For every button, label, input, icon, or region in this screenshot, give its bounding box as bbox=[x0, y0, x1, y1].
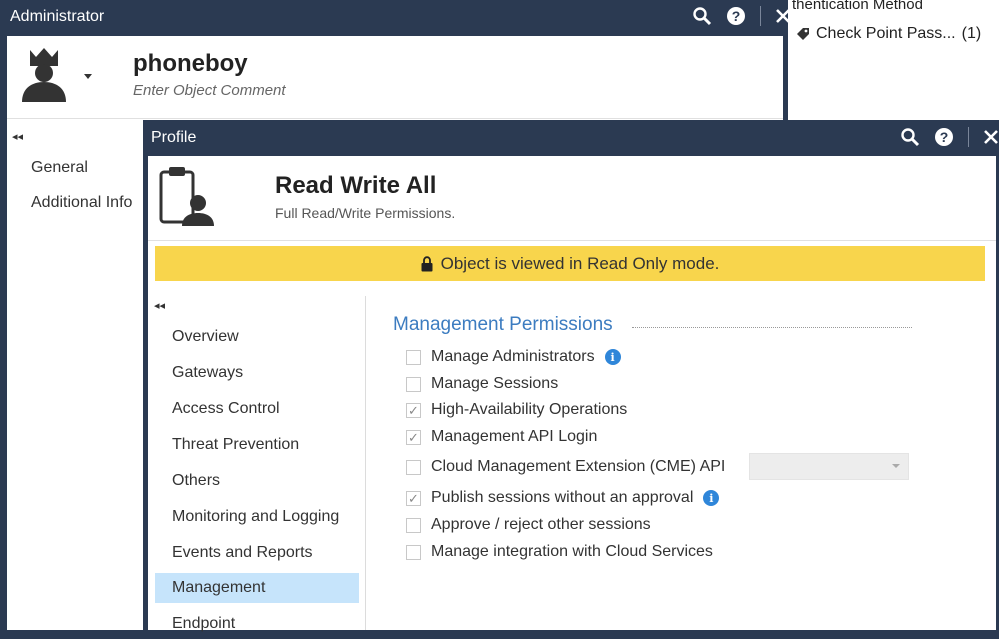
administrator-name[interactable]: phoneboy bbox=[133, 50, 248, 78]
lock-icon bbox=[421, 255, 433, 272]
svg-text:?: ? bbox=[940, 129, 949, 145]
permission-manage-administrators[interactable]: Manage Administrators i bbox=[406, 346, 621, 368]
permission-management-api-login[interactable]: ✓ Management API Login bbox=[406, 426, 597, 448]
permission-label: Publish sessions without an approval bbox=[431, 489, 694, 506]
nav-item-others[interactable]: Others bbox=[155, 466, 359, 496]
divider bbox=[7, 118, 783, 119]
checkbox[interactable] bbox=[406, 349, 421, 365]
help-icon[interactable]: ? bbox=[726, 6, 746, 26]
permission-label: High-Availability Operations bbox=[431, 401, 628, 418]
section-title: Management Permissions bbox=[393, 314, 613, 335]
nav-item-endpoint[interactable]: Endpoint bbox=[155, 609, 359, 639]
close-icon[interactable] bbox=[983, 129, 999, 145]
search-icon[interactable] bbox=[692, 6, 712, 26]
window-separator bbox=[760, 6, 761, 26]
nav-item-management[interactable]: Management bbox=[155, 573, 359, 603]
collapse-icon[interactable]: ◂◂ bbox=[12, 130, 23, 143]
profile-titlebar-controls: ? bbox=[900, 127, 999, 147]
permission-label: Approve / reject other sessions bbox=[431, 516, 651, 533]
nav-item-events-and-reports[interactable]: Events and Reports bbox=[155, 538, 359, 568]
permission-approve-reject-sessions[interactable]: Approve / reject other sessions bbox=[406, 514, 651, 536]
permission-label: Cloud Management Extension (CME) API bbox=[431, 458, 726, 475]
read-only-banner: Object is viewed in Read Only mode. bbox=[155, 246, 985, 281]
nav-item-threat-prevention[interactable]: Threat Prevention bbox=[155, 430, 359, 460]
profile-name[interactable]: Read Write All bbox=[275, 172, 436, 200]
help-icon[interactable]: ? bbox=[934, 127, 954, 147]
checkbox[interactable] bbox=[406, 459, 421, 475]
background-panel bbox=[786, 0, 999, 120]
tag-icon bbox=[796, 27, 810, 41]
permission-label: Management API Login bbox=[431, 428, 598, 445]
nav-item-monitoring-and-logging[interactable]: Monitoring and Logging bbox=[155, 502, 359, 532]
checkbox[interactable] bbox=[406, 544, 421, 560]
permission-manage-cloud-services[interactable]: Manage integration with Cloud Services bbox=[406, 541, 713, 563]
comment-field[interactable]: Enter Object Comment bbox=[133, 82, 286, 99]
checkbox-checked[interactable]: ✓ bbox=[406, 402, 421, 418]
read-only-text: Object is viewed in Read Only mode. bbox=[440, 253, 720, 273]
auth-method-item[interactable]: Check Point Pass... (1) bbox=[796, 25, 981, 43]
cme-api-dropdown[interactable] bbox=[749, 453, 909, 480]
collapse-icon[interactable]: ◂◂ bbox=[154, 299, 165, 312]
auth-method-value: Check Point Pass... bbox=[816, 25, 956, 42]
profile-clipboard-icon bbox=[158, 166, 216, 228]
checkbox[interactable] bbox=[406, 376, 421, 392]
checkbox-checked[interactable]: ✓ bbox=[406, 429, 421, 445]
permission-high-availability-operations[interactable]: ✓ High-Availability Operations bbox=[406, 399, 627, 421]
nav-item-overview[interactable]: Overview bbox=[155, 322, 359, 352]
divider bbox=[365, 296, 366, 630]
nav-item-general[interactable]: General bbox=[31, 159, 88, 177]
search-icon[interactable] bbox=[900, 127, 920, 147]
nav-item-access-control[interactable]: Access Control bbox=[155, 394, 359, 424]
permission-cme-api[interactable]: Cloud Management Extension (CME) API bbox=[406, 456, 725, 478]
info-icon[interactable]: i bbox=[604, 349, 621, 365]
section-divider bbox=[632, 327, 912, 328]
divider bbox=[148, 240, 996, 241]
close-icon[interactable] bbox=[775, 8, 791, 24]
permission-label: Manage Administrators bbox=[431, 348, 595, 365]
auth-method-label: thentication Method bbox=[792, 0, 923, 13]
info-icon[interactable]: i bbox=[703, 490, 720, 506]
permission-label: Manage Sessions bbox=[431, 375, 559, 392]
window-separator bbox=[968, 127, 969, 147]
chevron-down-icon bbox=[892, 464, 900, 468]
profile-description[interactable]: Full Read/Write Permissions. bbox=[275, 205, 455, 221]
permission-label: Manage integration with Cloud Services bbox=[431, 543, 713, 560]
checkbox-checked[interactable]: ✓ bbox=[406, 490, 421, 506]
administrator-avatar-icon[interactable] bbox=[22, 46, 98, 104]
permission-manage-sessions[interactable]: Manage Sessions bbox=[406, 373, 558, 395]
window-title: Profile bbox=[151, 129, 197, 146]
window-title: Administrator bbox=[10, 8, 105, 25]
nav-item-additional-info[interactable]: Additional Info bbox=[31, 194, 132, 212]
nav-item-gateways[interactable]: Gateways bbox=[155, 358, 359, 388]
svg-text:?: ? bbox=[732, 8, 741, 24]
admin-titlebar-controls: ? bbox=[692, 6, 791, 26]
auth-method-count: (1) bbox=[961, 25, 982, 42]
permission-publish-sessions-without-approval[interactable]: ✓ Publish sessions without an approval i bbox=[406, 487, 720, 509]
checkbox[interactable] bbox=[406, 517, 421, 533]
